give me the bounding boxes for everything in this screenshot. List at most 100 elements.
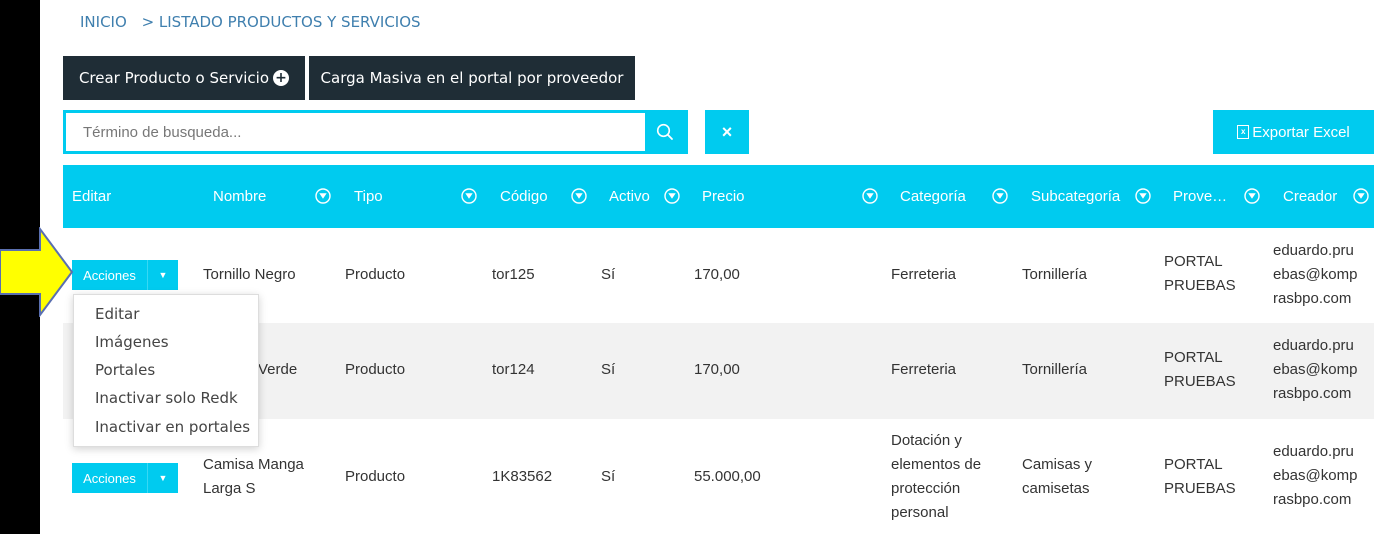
filter-icon[interactable] [315, 188, 331, 204]
actions-dropdown-menu: Editar Imágenes Portales Inactivar solo … [73, 294, 259, 447]
cell-line: ebas@komp [1273, 266, 1358, 283]
header-proveedor[interactable]: Prove… [1173, 165, 1227, 228]
header-editar[interactable]: Editar [72, 165, 111, 228]
cell-subcategoria: Tornillería [1022, 361, 1088, 378]
filter-icon[interactable] [664, 188, 680, 204]
cell-line: PRUEBAS [1164, 480, 1236, 497]
cell-line: Larga S [203, 480, 256, 497]
cell-subcategoria: Camisas y camisetas [1022, 453, 1092, 501]
cell-proveedor: PORTAL PRUEBAS [1164, 346, 1236, 394]
menu-item-inactivar-portales[interactable]: Inactivar en portales [95, 418, 250, 436]
actions-dropdown-button[interactable]: Acciones ▼ [72, 463, 178, 493]
cell-line: elementos de [891, 456, 982, 473]
cell-line: Dotación y [891, 432, 962, 449]
header-activo[interactable]: Activo [609, 165, 650, 228]
actions-label: Acciones [72, 260, 147, 290]
cell-categoria: Ferreteria [891, 361, 957, 378]
caret-down-icon[interactable]: ▼ [147, 260, 178, 290]
header-tipo[interactable]: Tipo [354, 165, 383, 228]
create-product-label: Crear Producto o Servicio [78, 69, 270, 87]
search-button[interactable] [645, 113, 685, 151]
cell-subcategoria: Tornillería [1022, 266, 1088, 283]
cell-line: personal [891, 504, 949, 521]
cell-line: rasbpo.com [1273, 491, 1352, 508]
excel-file-icon: x [1237, 125, 1250, 139]
header-nombre[interactable]: Nombre [213, 165, 266, 228]
cell-line: ebas@komp [1273, 361, 1358, 378]
cell-line: camisetas [1022, 480, 1090, 497]
cell-creador: eduardo.pru ebas@komp rasbpo.com [1273, 440, 1357, 512]
cell-nombre: Verde [258, 361, 298, 378]
header-label: Creador [1283, 188, 1338, 205]
breadcrumb-home-link[interactable]: INICIO [80, 13, 127, 31]
header-precio[interactable]: Precio [702, 165, 745, 228]
menu-item-inactivar-redk[interactable]: Inactivar solo Redk [95, 389, 238, 407]
cell-line: eduardo.pru [1273, 337, 1354, 354]
menu-item-portales[interactable]: Portales [95, 361, 155, 379]
cell-line: eduardo.pru [1273, 242, 1354, 259]
bulk-upload-button[interactable]: Carga Masiva en el portal por proveedor [309, 56, 635, 100]
cell-line: eduardo.pru [1273, 443, 1354, 460]
header-subcategoria[interactable]: Subcategoría [1031, 165, 1120, 228]
cell-line: ebas@komp [1273, 467, 1358, 484]
cell-creador: eduardo.pru ebas@komp rasbpo.com [1273, 334, 1357, 406]
cell-proveedor: PORTAL PRUEBAS [1164, 453, 1236, 501]
cell-activo: Sí [601, 468, 616, 485]
cell-precio: 170,00 [694, 266, 740, 283]
header-creador[interactable]: Creador [1283, 165, 1337, 228]
actions-dropdown-button[interactable]: Acciones ▼ [72, 260, 178, 290]
cell-line: rasbpo.com [1273, 290, 1352, 307]
cell-tipo: Producto [345, 266, 406, 283]
cell-codigo: tor125 [492, 266, 535, 283]
cell-nombre: Camisa Manga Larga S [203, 453, 304, 501]
table-row: Acciones ▼ Camisa Manga Larga S Producto… [63, 419, 1374, 534]
header-categoria[interactable]: Categoría [900, 165, 966, 228]
close-icon: × [721, 121, 733, 142]
filter-icon[interactable] [1135, 188, 1151, 204]
actions-label: Acciones [72, 463, 147, 493]
cell-line: PRUEBAS [1164, 277, 1236, 294]
search-input[interactable] [66, 113, 646, 151]
cell-codigo: tor124 [492, 361, 535, 378]
cell-categoria: Ferreteria [891, 266, 957, 283]
cell-creador: eduardo.pru ebas@komp rasbpo.com [1273, 239, 1357, 311]
arrow-pointer-icon [0, 227, 74, 317]
cell-line: PORTAL [1164, 349, 1223, 366]
export-excel-button[interactable]: x Exportar Excel [1213, 110, 1374, 154]
header-label: Precio [702, 188, 745, 205]
bulk-upload-label: Carga Masiva en el portal por proveedor [320, 69, 624, 87]
filter-icon[interactable] [1353, 188, 1369, 204]
clear-search-button[interactable]: × [705, 110, 749, 154]
header-label: Nombre [213, 188, 267, 205]
breadcrumb-current: > LISTADO PRODUCTOS Y SERVICIOS [141, 13, 421, 31]
header-label: Editar [72, 188, 112, 205]
header-label: Tipo [354, 188, 383, 205]
search-icon [656, 123, 673, 140]
header-label: Prove… [1173, 188, 1228, 205]
cell-line: PORTAL [1164, 456, 1223, 473]
cell-line: rasbpo.com [1273, 385, 1352, 402]
cell-precio: 55.000,00 [694, 468, 761, 485]
cell-line: PRUEBAS [1164, 373, 1236, 390]
cell-codigo: 1K83562 [492, 468, 553, 485]
filter-icon[interactable] [571, 188, 587, 204]
header-label: Código [500, 188, 548, 205]
filter-icon[interactable] [862, 188, 878, 204]
filter-icon[interactable] [1244, 188, 1260, 204]
menu-item-editar[interactable]: Editar [95, 305, 139, 323]
cell-categoria: Dotación y elementos de protección perso… [891, 429, 981, 525]
cell-tipo: Producto [345, 361, 406, 378]
cell-tipo: Producto [345, 468, 406, 485]
export-excel-label: Exportar Excel [1252, 123, 1350, 141]
filter-icon[interactable] [461, 188, 477, 204]
create-product-button[interactable]: Crear Producto o Servicio + [63, 56, 305, 100]
breadcrumb: INICIO > LISTADO PRODUCTOS Y SERVICIOS [80, 13, 421, 31]
cell-line: PORTAL [1164, 253, 1223, 270]
cell-line: protección [891, 480, 961, 497]
cell-proveedor: PORTAL PRUEBAS [1164, 250, 1236, 298]
caret-down-icon[interactable]: ▼ [147, 463, 178, 493]
header-codigo[interactable]: Código [500, 165, 548, 228]
filter-icon[interactable] [992, 188, 1008, 204]
header-label: Categoría [900, 188, 966, 205]
menu-item-imagenes[interactable]: Imágenes [95, 333, 169, 351]
